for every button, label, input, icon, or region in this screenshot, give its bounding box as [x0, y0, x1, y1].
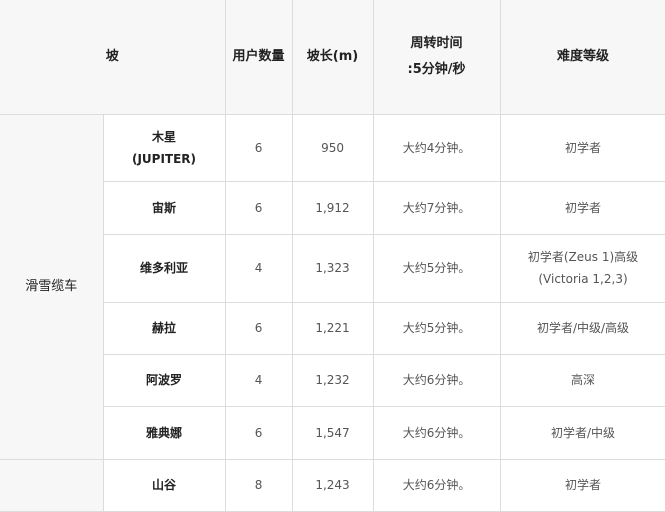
slope-name: 雅典娜: [103, 405, 226, 460]
header-cycle-time-line2: :5分钟/秒: [407, 61, 466, 77]
level-value: 初学者: [499, 458, 665, 512]
header-slope: 坡: [0, 0, 226, 115]
header-cycle-time: 周转时间 :5分钟/秒: [372, 0, 501, 115]
level-value: 初学者(Zeus 1)高级 (Victoria 1,2,3): [499, 233, 665, 303]
users-value: 4: [224, 353, 293, 407]
users-value: 8: [224, 458, 293, 512]
users-value: 6: [224, 113, 293, 182]
length-value: 1,912: [291, 180, 374, 235]
time-value: 大约5分钟。: [372, 233, 501, 303]
slope-name-line2: (JUPITER): [131, 151, 197, 166]
header-users: 用户数量: [224, 0, 293, 115]
time-value: 大约6分钟。: [372, 353, 501, 407]
header-length: 坡长(m): [291, 0, 374, 115]
slope-name: 宙斯: [103, 180, 226, 235]
table-row: 山谷 8 1,243 大约6分钟。 初学者: [0, 458, 665, 512]
length-value: 1,547: [291, 405, 374, 460]
slope-name: 山谷: [102, 458, 226, 512]
slope-name: 木星 (JUPITER): [102, 113, 226, 182]
users-value: 6: [224, 301, 293, 355]
slope-name: 赫拉: [103, 301, 226, 355]
table-row: 滑雪缆车 木星 (JUPITER) 6 950 大约4分钟。 初学者: [0, 113, 665, 460]
time-value: 大约7分钟。: [372, 180, 501, 235]
level-value-line2: (Victoria 1,2,3): [538, 272, 628, 286]
length-value: 1,243: [291, 458, 374, 512]
length-value: 1,232: [291, 353, 374, 407]
lift-table: 坡 用户数量 坡长(m) 周转时间 :5分钟/秒 难度等级 滑雪缆车 木星 (J…: [0, 0, 665, 512]
level-value-line1: 初学者(Zeus 1)高级: [527, 250, 639, 264]
length-value: 1,221: [291, 301, 374, 355]
time-value: 大约5分钟。: [372, 301, 501, 355]
slope-name-line1: 木星: [152, 129, 177, 144]
time-value: 大约6分钟。: [372, 405, 501, 460]
level-value: 初学者/中级: [499, 405, 665, 460]
header-cycle-time-line1: 周转时间: [410, 35, 463, 51]
time-value: 大约4分钟。: [372, 113, 501, 182]
table-header-row: 坡 用户数量 坡长(m) 周转时间 :5分钟/秒 难度等级: [0, 0, 665, 115]
level-value: 初学者: [499, 180, 665, 235]
level-value: 初学者: [499, 113, 665, 182]
level-value: 高深: [499, 353, 665, 407]
users-value: 6: [224, 180, 293, 235]
users-value: 4: [224, 233, 293, 303]
level-value: 初学者/中级/高级: [499, 301, 665, 355]
header-difficulty: 难度等级: [499, 0, 665, 115]
users-value: 6: [224, 405, 293, 460]
slope-name: 阿波罗: [103, 353, 226, 407]
length-value: 1,323: [291, 233, 374, 303]
group-label-next: [0, 458, 104, 512]
group-label-ski-lift: 滑雪缆车: [0, 113, 104, 460]
time-value: 大约6分钟。: [372, 458, 501, 512]
slope-name: 维多利亚: [103, 233, 226, 303]
length-value: 950: [291, 113, 374, 182]
